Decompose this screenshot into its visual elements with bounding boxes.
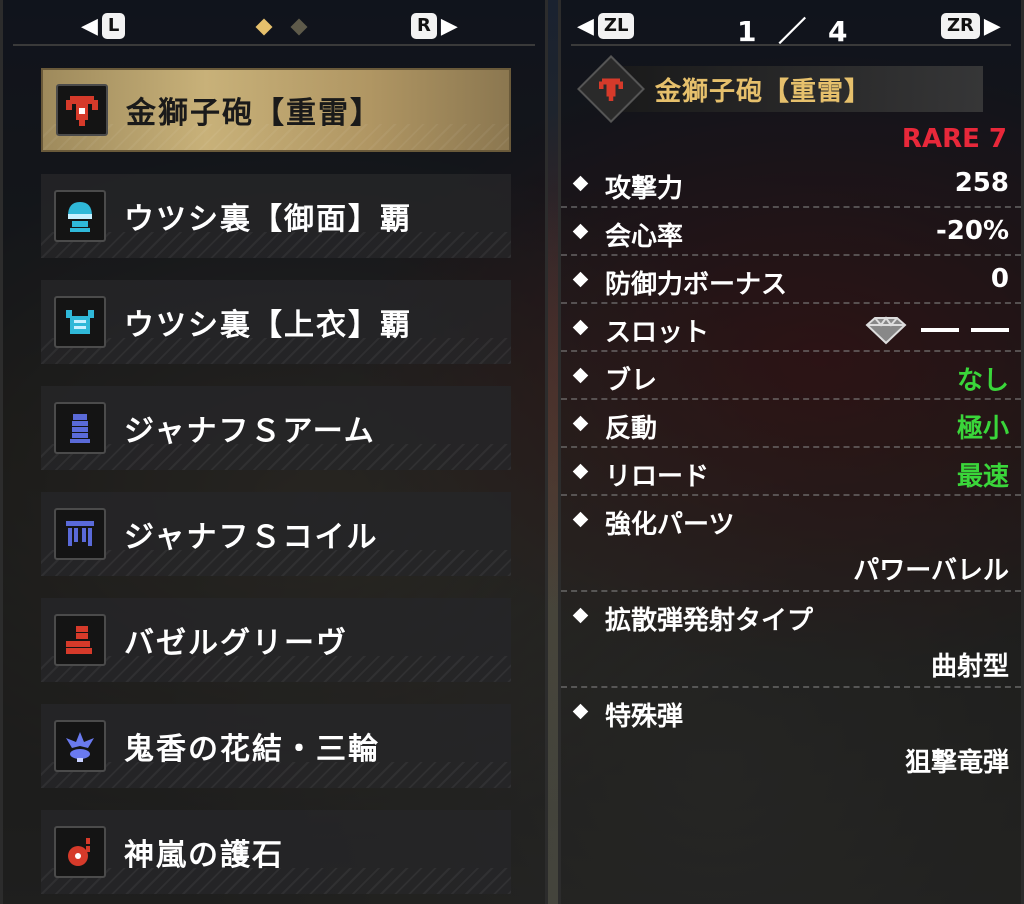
list-item-legs[interactable]: バゼルグリーヴ <box>41 598 511 682</box>
stat-mod: 強化パーツ パワーバレル <box>561 496 1021 592</box>
empty-slot <box>921 327 959 332</box>
list-item-waist[interactable]: ジャナフＳコイル <box>41 492 511 576</box>
list-item-petalace[interactable]: 鬼香の花結・三輪 <box>41 704 511 788</box>
stat-label: ブレ <box>605 366 658 396</box>
weapon-title: 金獅子砲【重雷】 <box>655 76 872 107</box>
stat-special-ammo: 特殊弾 狙撃竜弾 <box>561 688 1021 784</box>
heavy-bowgun-icon <box>56 84 108 136</box>
right-next-nav[interactable]: ZR ▶ <box>937 8 1001 44</box>
bullet-icon <box>572 271 589 288</box>
stat-label: リロード <box>605 462 710 492</box>
stat-value: パワーバレル <box>853 556 1009 586</box>
list-item-head[interactable]: ウツシ裏【御面】覇 <box>41 174 511 258</box>
item-label: ウツシ裏【御面】覇 <box>124 202 412 237</box>
item-label: ウツシ裏【上衣】覇 <box>124 308 412 343</box>
stat-label: 特殊弾 <box>605 702 684 732</box>
l-key: L <box>101 13 126 39</box>
stat-reload: リロード 最速 <box>561 448 1021 496</box>
gauntlet-icon <box>54 402 106 454</box>
divider <box>13 44 535 46</box>
detail-header: 金獅子砲【重雷】 <box>577 55 1011 123</box>
divider <box>571 44 1011 46</box>
r-key: R <box>411 13 437 39</box>
chest-armor-icon <box>54 296 106 348</box>
list-item-chest[interactable]: ウツシ裏【上衣】覇 <box>41 280 511 364</box>
stat-label: 拡散弾発射タイプ <box>605 606 814 636</box>
bullet-icon <box>572 703 589 720</box>
bullet-icon <box>572 511 589 528</box>
page-dot <box>290 18 308 36</box>
left-arrow-icon: ◀ <box>81 13 98 39</box>
stat-attack: 攻撃力 258 <box>561 160 1021 208</box>
bullet-icon <box>572 367 589 384</box>
stat-label: 強化パーツ <box>605 510 735 540</box>
stat-value: 狙撃竜弾 <box>904 748 1009 778</box>
stat-label: 反動 <box>605 414 658 444</box>
helmet-icon <box>54 190 106 242</box>
waist-armor-icon <box>54 508 106 560</box>
stat-affinity: 会心率 -20% <box>561 208 1021 256</box>
bullet-icon <box>572 319 589 336</box>
stat-slots: スロット <box>561 304 1021 352</box>
bullet-icon <box>572 463 589 480</box>
item-label: ジャナフＳコイル <box>124 520 379 555</box>
stat-value: なし <box>956 366 1009 396</box>
list-item-weapon[interactable]: 金獅子砲【重雷】 <box>41 68 511 152</box>
stat-label: 攻撃力 <box>605 174 684 204</box>
item-label: ジャナフＳアーム <box>124 414 376 449</box>
stat-defense-bonus: 防御力ボーナス 0 <box>561 256 1021 304</box>
item-label: バゼルグリーヴ <box>124 626 348 661</box>
equipment-detail-panel: ◀ ZL 1 ／ 4 ZR ▶ 金獅子砲【重雷】 RARE 7 攻撃力 258 … <box>558 0 1024 904</box>
stat-value: 258 <box>954 168 1009 198</box>
list-item-arms[interactable]: ジャナフＳアーム <box>41 386 511 470</box>
stat-value: 極小 <box>956 414 1009 444</box>
stat-label: 防御力ボーナス <box>605 270 788 300</box>
page-dot-active <box>255 18 273 36</box>
bullet-icon <box>572 223 589 240</box>
zl-key: ZL <box>597 13 635 39</box>
item-label: 神嵐の護石 <box>124 838 284 873</box>
stat-deviation: ブレ なし <box>561 352 1021 400</box>
left-arrow-icon: ◀ <box>577 13 594 39</box>
item-label: 鬼香の花結・三輪 <box>124 732 380 767</box>
stat-spread-type: 拡散弾発射タイプ 曲射型 <box>561 592 1021 688</box>
rampage-slot-icon <box>865 315 907 344</box>
slot-values <box>863 314 1009 345</box>
list-item-talisman[interactable]: 神嵐の護石 <box>41 810 511 894</box>
bullet-icon <box>572 175 589 192</box>
bullet-icon <box>572 415 589 432</box>
stat-recoil: 反動 極小 <box>561 400 1021 448</box>
stat-value: 最速 <box>956 462 1009 492</box>
right-prev-nav[interactable]: ◀ ZL <box>577 8 638 44</box>
talisman-icon <box>54 826 106 878</box>
stat-label: 会心率 <box>605 222 684 252</box>
zr-key: ZR <box>941 13 980 39</box>
page-indicator <box>249 18 314 37</box>
left-prev-nav[interactable]: ◀ L <box>81 8 129 44</box>
empty-slot <box>971 327 1009 332</box>
left-next-nav[interactable]: R ▶ <box>407 8 458 44</box>
rarity-badge: RARE 7 <box>901 124 1007 154</box>
right-arrow-icon: ▶ <box>440 13 458 39</box>
right-arrow-icon: ▶ <box>983 13 1001 39</box>
bullet-icon <box>572 607 589 624</box>
stat-value: -20% <box>935 216 1009 246</box>
stat-value: 0 <box>990 264 1009 294</box>
stat-value: 曲射型 <box>930 652 1009 682</box>
greaves-icon <box>54 614 106 666</box>
equipment-list-panel: ◀ L R ▶ 金獅子砲【重雷】 ウツシ裏【御面】覇 ウツシ裏【上衣】覇 ジャナ… <box>0 0 548 904</box>
stat-label: スロット <box>605 318 710 348</box>
item-label: 金獅子砲【重雷】 <box>126 96 382 131</box>
petalace-icon <box>54 720 106 772</box>
